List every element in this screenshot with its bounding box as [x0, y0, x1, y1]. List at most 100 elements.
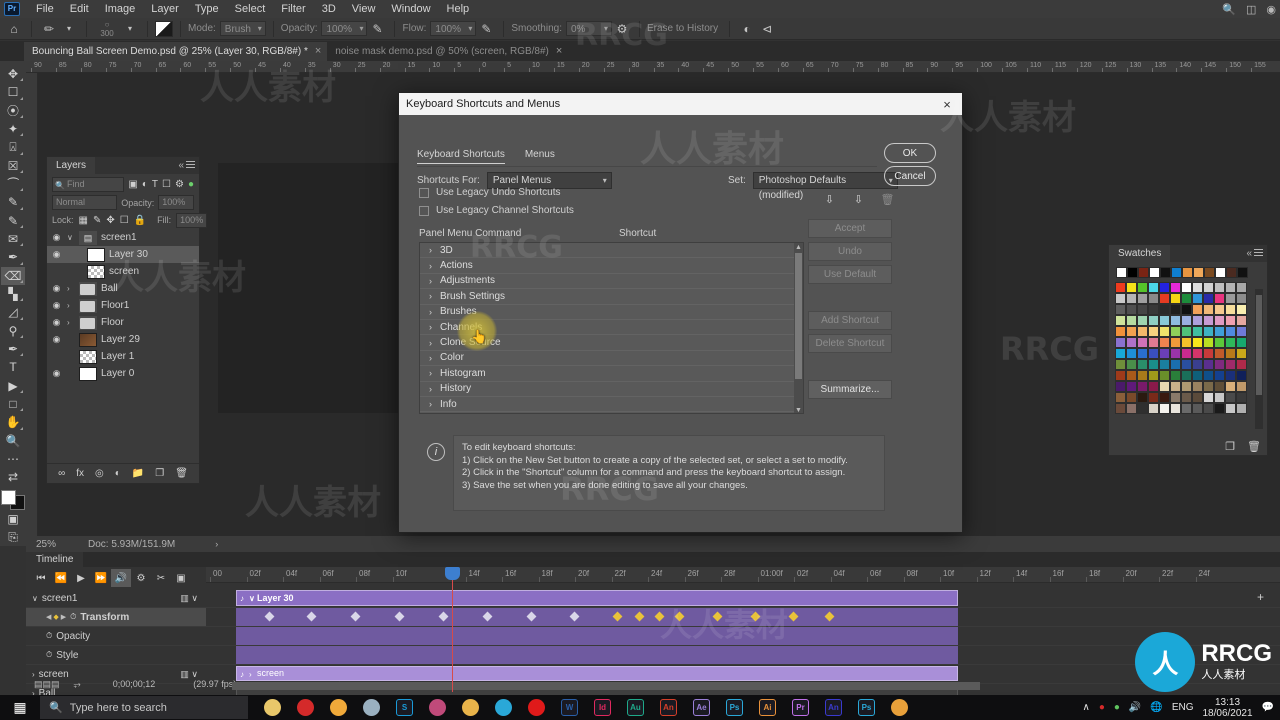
layer-visibility-icon[interactable]: ◉ [50, 283, 63, 294]
smoothing-input[interactable]: 0% [565, 21, 612, 36]
layer-visibility-icon[interactable]: ◉ [50, 232, 63, 243]
keyframe-marker[interactable] [306, 611, 317, 622]
color-swatch[interactable] [1137, 359, 1148, 370]
timeline-track[interactable] [206, 646, 1280, 665]
color-swatch[interactable] [1170, 315, 1181, 326]
hand-tool[interactable]: ✋ [1, 413, 25, 431]
workspace-icon[interactable]: ◉ [1266, 3, 1276, 16]
color-swatch[interactable] [1192, 326, 1203, 337]
keyframe-marker[interactable] [438, 611, 449, 622]
set-select[interactable]: Photoshop Defaults (modified) [752, 172, 898, 201]
stopwatch-icon[interactable]: ⏱ [46, 631, 52, 641]
eyedropper-tool[interactable]: ⏜ [1, 175, 25, 193]
adjustment-filter-icon[interactable]: ◐ [142, 179, 148, 190]
color-swatch[interactable] [1148, 370, 1159, 381]
chevron-right-icon[interactable]: › [429, 307, 432, 317]
playhead[interactable] [445, 567, 460, 692]
new-swatch-icon[interactable]: ❐ [1225, 440, 1235, 453]
color-swatch[interactable] [1170, 381, 1181, 392]
timeline-track[interactable]: ♪ ∨ Layer 30 [206, 589, 1280, 608]
color-swatch[interactable] [1159, 403, 1170, 414]
animate-icon[interactable]: An [652, 695, 685, 720]
tab-timeline[interactable]: Timeline [26, 552, 84, 567]
layer-row[interactable]: screen [47, 263, 199, 280]
color-swatch[interactable] [1225, 315, 1236, 326]
shortcut-list-row[interactable]: › Brush Settings [420, 289, 803, 305]
keyframe-marker[interactable] [482, 611, 493, 622]
close-icon[interactable]: × [556, 42, 562, 61]
color-swatch[interactable] [1192, 381, 1203, 392]
tab-menus[interactable]: Menus [525, 149, 555, 164]
marquee-tool[interactable]: ☐ [1, 83, 25, 101]
chevron-right-icon[interactable]: › [429, 384, 432, 394]
crop-tool[interactable]: ⍓ [1, 138, 25, 156]
color-swatch[interactable] [1115, 337, 1126, 348]
recent-swatch[interactable] [1193, 267, 1204, 278]
color-swatch[interactable] [1148, 381, 1159, 392]
color-swatch[interactable] [1203, 337, 1214, 348]
fx-icon[interactable]: fx [76, 468, 84, 479]
scroll-up-icon[interactable]: ▲ [794, 243, 803, 252]
record-icon[interactable] [289, 695, 322, 720]
color-swatch[interactable] [1159, 348, 1170, 359]
recent-swatch[interactable] [1215, 267, 1226, 278]
color-swatch[interactable] [1214, 304, 1225, 315]
chevron-right-icon[interactable]: › [429, 245, 432, 255]
recent-swatches[interactable] [1109, 262, 1267, 280]
recent-swatch[interactable] [1160, 267, 1171, 278]
color-swatch[interactable] [1126, 282, 1137, 293]
color-swatch[interactable] [1148, 315, 1159, 326]
color-swatch[interactable] [1192, 359, 1203, 370]
foreground-color-swatch[interactable] [1, 489, 16, 505]
color-swatch[interactable] [1214, 392, 1225, 403]
eraser-tool[interactable]: ⌫ [1, 266, 25, 285]
accept-button[interactable]: Accept [808, 219, 892, 238]
recent-swatch[interactable] [1226, 267, 1237, 278]
skype-icon[interactable]: S [388, 695, 421, 720]
color-swatch[interactable] [1170, 293, 1181, 304]
color-swatch[interactable] [1214, 348, 1225, 359]
color-swatch[interactable] [1203, 359, 1214, 370]
move-tool[interactable]: ✥ [1, 65, 25, 83]
layer-row[interactable]: ◉ ∨ ▤ screen1 [47, 229, 199, 246]
color-swatch[interactable] [1192, 293, 1203, 304]
brush-preset-swatch[interactable] [155, 20, 173, 37]
notification-icon[interactable]: 💬 [1262, 702, 1274, 713]
color-swatch[interactable] [1126, 392, 1137, 403]
collapse-icon[interactable]: « [1246, 248, 1252, 259]
chevron-right-icon[interactable]: › [429, 353, 432, 363]
color-swatch[interactable] [1115, 326, 1126, 337]
after-effects-icon[interactable]: Ae [685, 695, 718, 720]
taskbar-search-input[interactable]: 🔍 Type here to search [40, 696, 248, 719]
document-tab-active[interactable]: Bouncing Ball Screen Demo.psd @ 25% (Lay… [24, 42, 328, 61]
frame-tool[interactable]: ☒ [1, 157, 25, 175]
color-swatch[interactable] [1170, 403, 1181, 414]
color-swatch[interactable] [1126, 359, 1137, 370]
recent-swatch[interactable] [1171, 267, 1182, 278]
snip-icon[interactable] [421, 695, 454, 720]
quick-mask-icon[interactable]: ▣ [1, 510, 25, 528]
layer-name[interactable]: Layer 29 [101, 334, 140, 345]
layer-thumbnail[interactable] [79, 349, 97, 364]
menu-3d[interactable]: 3D [314, 0, 344, 18]
color-swatch[interactable] [1181, 348, 1192, 359]
timeline-row-name[interactable]: Transform [80, 612, 129, 623]
color-swatch[interactable] [1214, 337, 1225, 348]
flow-input[interactable]: 100% [430, 21, 477, 36]
illustrator-icon[interactable]: Ai [751, 695, 784, 720]
color-swatch[interactable] [1236, 304, 1247, 315]
playhead-handle[interactable] [445, 567, 460, 580]
color-swatch[interactable] [1126, 315, 1137, 326]
keyframe-nav[interactable]: ◀ ◆ ▶ [46, 613, 66, 621]
photoshop-icon[interactable]: Ps [718, 695, 751, 720]
scissors-icon[interactable]: ✂ [151, 569, 171, 587]
layer-row[interactable]: ◉ › Floor [47, 314, 199, 331]
chevron-right-icon[interactable]: › [429, 322, 432, 332]
layer-thumbnail[interactable]: ▤ [79, 230, 97, 245]
color-swatch[interactable] [1203, 370, 1214, 381]
path-select-tool[interactable]: ▶ [1, 377, 25, 395]
color-swatch[interactable] [1203, 326, 1214, 337]
color-swatch[interactable] [1214, 359, 1225, 370]
color-swatch[interactable] [1137, 337, 1148, 348]
layer-thumbnail[interactable] [87, 247, 105, 262]
